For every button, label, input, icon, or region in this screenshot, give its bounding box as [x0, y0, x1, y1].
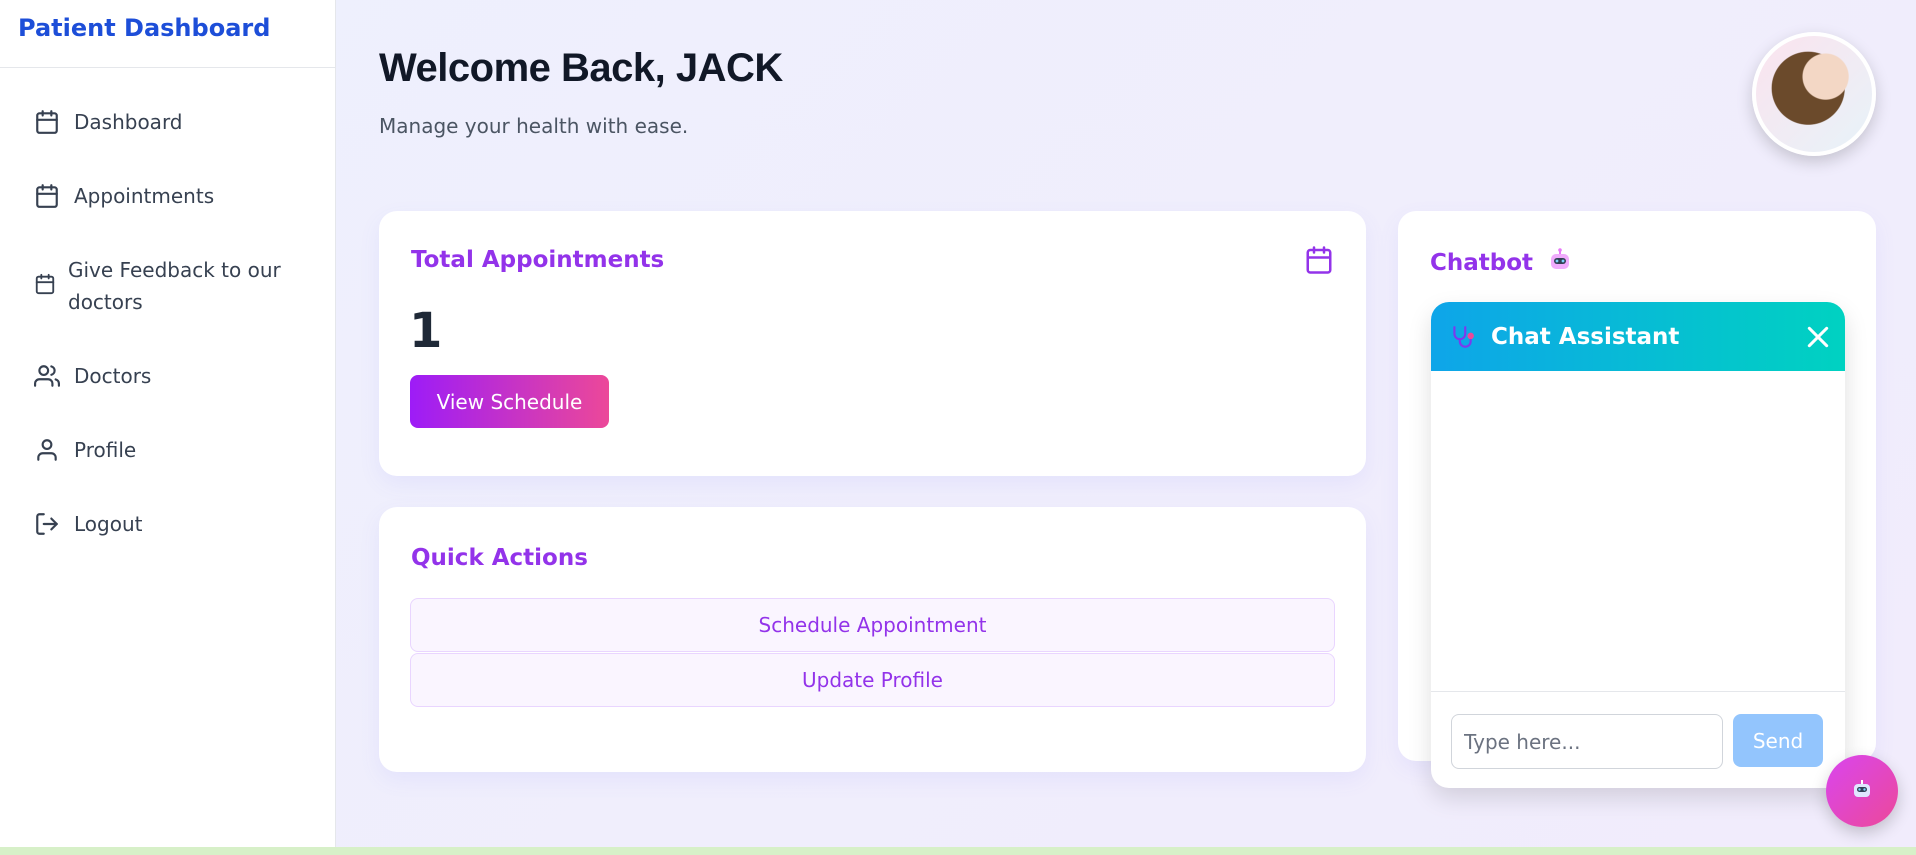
sidebar-item-label: Dashboard: [74, 110, 183, 134]
quick-actions-title: Quick Actions: [411, 545, 588, 571]
sidebar-item-label: Profile: [74, 438, 137, 462]
stethoscope-icon: [1449, 323, 1477, 351]
chat-input[interactable]: [1451, 714, 1723, 769]
update-profile-button[interactable]: Update Profile: [410, 653, 1335, 707]
calendar-icon: [33, 270, 57, 298]
sidebar-item-label: Appointments: [74, 184, 215, 208]
chat-messages: [1431, 371, 1845, 691]
close-icon[interactable]: [1805, 324, 1831, 350]
page-title: Welcome Back, JACK: [379, 46, 783, 90]
appointments-card: Total Appointments 1 View Schedule: [379, 211, 1366, 476]
calendar-icon: [1304, 245, 1334, 279]
sidebar-item-logout[interactable]: Logout: [33, 508, 142, 540]
sidebar-item-doctors[interactable]: Doctors: [33, 360, 151, 392]
sidebar: Patient Dashboard Dashboard Appointments…: [0, 0, 336, 847]
chatbot-card-title: Chatbot: [1430, 247, 1573, 279]
sidebar-item-profile[interactable]: Profile: [33, 434, 136, 466]
view-schedule-button[interactable]: View Schedule: [410, 375, 609, 428]
calendar-icon: [33, 182, 61, 210]
quick-actions-card: Quick Actions Schedule Appointment Updat…: [379, 507, 1366, 772]
calendar-icon: [33, 108, 61, 136]
chatbot-toggle-button[interactable]: [1826, 755, 1898, 827]
user-icon: [33, 436, 61, 464]
chat-footer: Send: [1431, 691, 1845, 788]
page-subtitle: Manage your health with ease.: [379, 114, 689, 138]
sidebar-item-label: Logout: [74, 512, 143, 536]
app-title: Patient Dashboard: [0, 0, 335, 68]
logout-icon: [33, 510, 61, 538]
appointments-count: 1: [409, 303, 443, 359]
sidebar-item-label: Doctors: [74, 364, 152, 388]
send-button[interactable]: Send: [1733, 714, 1823, 767]
robot-icon: [1849, 776, 1875, 806]
chat-title: Chat Assistant: [1491, 323, 1680, 350]
bottom-strip: [0, 847, 1916, 855]
chat-window: Chat Assistant Send: [1431, 302, 1845, 788]
robot-icon: [1547, 247, 1573, 279]
sidebar-item-feedback[interactable]: Give Feedback to our doctors: [33, 254, 303, 318]
appointments-card-title: Total Appointments: [411, 247, 665, 273]
sidebar-item-dashboard[interactable]: Dashboard: [33, 106, 183, 138]
chatbot-title-text: Chatbot: [1430, 250, 1534, 276]
users-icon: [33, 362, 61, 390]
sidebar-item-appointments[interactable]: Appointments: [33, 180, 214, 212]
schedule-appointment-button[interactable]: Schedule Appointment: [410, 598, 1335, 652]
chat-header: Chat Assistant: [1431, 302, 1845, 371]
sidebar-item-label: Give Feedback to our doctors: [68, 258, 281, 314]
avatar[interactable]: [1752, 32, 1876, 156]
